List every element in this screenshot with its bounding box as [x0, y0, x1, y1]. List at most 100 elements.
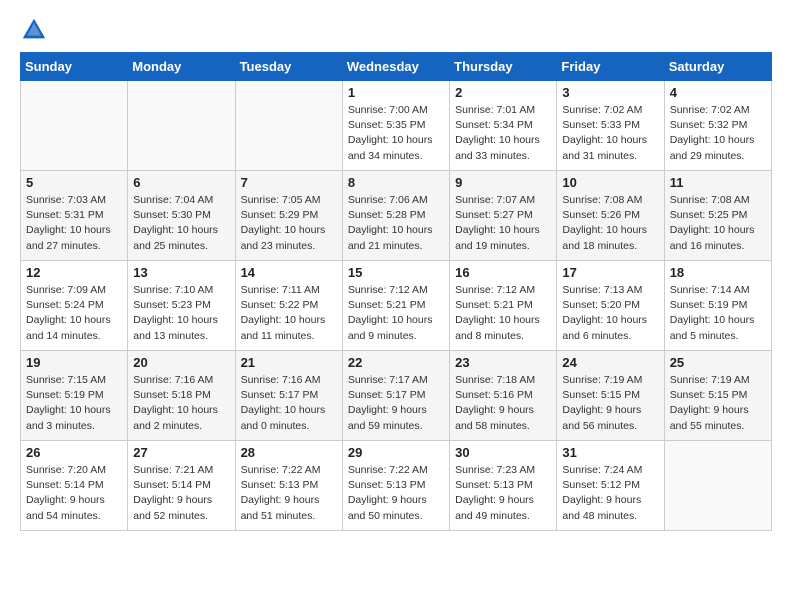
day-number: 17: [562, 265, 658, 280]
day-info: Sunrise: 7:08 AM Sunset: 5:25 PM Dayligh…: [670, 193, 766, 254]
day-info: Sunrise: 7:12 AM Sunset: 5:21 PM Dayligh…: [348, 283, 444, 344]
day-cell: 1 Sunrise: 7:00 AM Sunset: 5:35 PM Daylig…: [342, 81, 449, 171]
day-cell: 28 Sunrise: 7:22 AM Sunset: 5:13 PM Dayli…: [235, 441, 342, 531]
day-info: Sunrise: 7:03 AM Sunset: 5:31 PM Dayligh…: [26, 193, 122, 254]
day-info: Sunrise: 7:13 AM Sunset: 5:20 PM Dayligh…: [562, 283, 658, 344]
day-number: 27: [133, 445, 229, 460]
week-row-1: 1 Sunrise: 7:00 AM Sunset: 5:35 PM Daylig…: [21, 81, 772, 171]
day-number: 30: [455, 445, 551, 460]
day-cell: 22 Sunrise: 7:17 AM Sunset: 5:17 PM Dayli…: [342, 351, 449, 441]
day-number: 15: [348, 265, 444, 280]
day-cell: 3 Sunrise: 7:02 AM Sunset: 5:33 PM Daylig…: [557, 81, 664, 171]
day-number: 31: [562, 445, 658, 460]
week-row-4: 19 Sunrise: 7:15 AM Sunset: 5:19 PM Dayli…: [21, 351, 772, 441]
day-cell: 20 Sunrise: 7:16 AM Sunset: 5:18 PM Dayli…: [128, 351, 235, 441]
day-number: 21: [241, 355, 337, 370]
day-info: Sunrise: 7:12 AM Sunset: 5:21 PM Dayligh…: [455, 283, 551, 344]
day-info: Sunrise: 7:15 AM Sunset: 5:19 PM Dayligh…: [26, 373, 122, 434]
day-number: 19: [26, 355, 122, 370]
day-cell: 13 Sunrise: 7:10 AM Sunset: 5:23 PM Dayli…: [128, 261, 235, 351]
day-cell: 11 Sunrise: 7:08 AM Sunset: 5:25 PM Dayli…: [664, 171, 771, 261]
day-number: 18: [670, 265, 766, 280]
day-number: 1: [348, 85, 444, 100]
day-number: 9: [455, 175, 551, 190]
day-info: Sunrise: 7:10 AM Sunset: 5:23 PM Dayligh…: [133, 283, 229, 344]
day-cell: 17 Sunrise: 7:13 AM Sunset: 5:20 PM Dayli…: [557, 261, 664, 351]
day-cell: 5 Sunrise: 7:03 AM Sunset: 5:31 PM Daylig…: [21, 171, 128, 261]
day-number: 6: [133, 175, 229, 190]
day-info: Sunrise: 7:23 AM Sunset: 5:13 PM Dayligh…: [455, 463, 551, 524]
day-info: Sunrise: 7:02 AM Sunset: 5:32 PM Dayligh…: [670, 103, 766, 164]
day-cell: 7 Sunrise: 7:05 AM Sunset: 5:29 PM Daylig…: [235, 171, 342, 261]
day-number: 13: [133, 265, 229, 280]
day-info: Sunrise: 7:21 AM Sunset: 5:14 PM Dayligh…: [133, 463, 229, 524]
day-cell: [21, 81, 128, 171]
day-info: Sunrise: 7:16 AM Sunset: 5:17 PM Dayligh…: [241, 373, 337, 434]
column-header-saturday: Saturday: [664, 53, 771, 81]
day-cell: 19 Sunrise: 7:15 AM Sunset: 5:19 PM Dayli…: [21, 351, 128, 441]
day-cell: 15 Sunrise: 7:12 AM Sunset: 5:21 PM Dayli…: [342, 261, 449, 351]
day-info: Sunrise: 7:02 AM Sunset: 5:33 PM Dayligh…: [562, 103, 658, 164]
day-number: 25: [670, 355, 766, 370]
column-header-monday: Monday: [128, 53, 235, 81]
day-info: Sunrise: 7:16 AM Sunset: 5:18 PM Dayligh…: [133, 373, 229, 434]
day-info: Sunrise: 7:11 AM Sunset: 5:22 PM Dayligh…: [241, 283, 337, 344]
day-cell: 25Sunrise: 7:19 AM Sunset: 5:15 PM Dayli…: [664, 351, 771, 441]
day-info: Sunrise: 7:19 AM Sunset: 5:15 PM Dayligh…: [562, 373, 658, 434]
day-number: 5: [26, 175, 122, 190]
day-cell: 31 Sunrise: 7:24 AM Sunset: 5:12 PM Dayli…: [557, 441, 664, 531]
day-info: Sunrise: 7:22 AM Sunset: 5:13 PM Dayligh…: [348, 463, 444, 524]
day-cell: 4 Sunrise: 7:02 AM Sunset: 5:32 PM Daylig…: [664, 81, 771, 171]
column-header-sunday: Sunday: [21, 53, 128, 81]
column-header-thursday: Thursday: [450, 53, 557, 81]
column-header-wednesday: Wednesday: [342, 53, 449, 81]
day-info: Sunrise: 7:24 AM Sunset: 5:12 PM Dayligh…: [562, 463, 658, 524]
day-info: Sunrise: 7:06 AM Sunset: 5:28 PM Dayligh…: [348, 193, 444, 254]
calendar-table: SundayMondayTuesdayWednesdayThursdayFrid…: [20, 52, 772, 531]
day-cell: 24 Sunrise: 7:19 AM Sunset: 5:15 PM Dayli…: [557, 351, 664, 441]
day-info: Sunrise: 7:17 AM Sunset: 5:17 PM Dayligh…: [348, 373, 444, 434]
day-number: 14: [241, 265, 337, 280]
column-header-friday: Friday: [557, 53, 664, 81]
day-number: 3: [562, 85, 658, 100]
day-number: 23: [455, 355, 551, 370]
header-row: SundayMondayTuesdayWednesdayThursdayFrid…: [21, 53, 772, 81]
day-cell: 26 Sunrise: 7:20 AM Sunset: 5:14 PM Dayli…: [21, 441, 128, 531]
day-number: 22: [348, 355, 444, 370]
day-cell: 9 Sunrise: 7:07 AM Sunset: 5:27 PM Daylig…: [450, 171, 557, 261]
week-row-2: 5 Sunrise: 7:03 AM Sunset: 5:31 PM Daylig…: [21, 171, 772, 261]
day-number: 16: [455, 265, 551, 280]
day-info: Sunrise: 7:01 AM Sunset: 5:34 PM Dayligh…: [455, 103, 551, 164]
day-cell: 30 Sunrise: 7:23 AM Sunset: 5:13 PM Dayli…: [450, 441, 557, 531]
day-cell: [235, 81, 342, 171]
day-cell: 14 Sunrise: 7:11 AM Sunset: 5:22 PM Dayli…: [235, 261, 342, 351]
day-cell: [128, 81, 235, 171]
day-number: 12: [26, 265, 122, 280]
day-info: Sunrise: 7:07 AM Sunset: 5:27 PM Dayligh…: [455, 193, 551, 254]
day-number: 7: [241, 175, 337, 190]
day-number: 8: [348, 175, 444, 190]
day-info: Sunrise: 7:04 AM Sunset: 5:30 PM Dayligh…: [133, 193, 229, 254]
day-number: 4: [670, 85, 766, 100]
day-info: Sunrise: 7:20 AM Sunset: 5:14 PM Dayligh…: [26, 463, 122, 524]
day-number: 11: [670, 175, 766, 190]
day-info: Sunrise: 7:22 AM Sunset: 5:13 PM Dayligh…: [241, 463, 337, 524]
column-header-tuesday: Tuesday: [235, 53, 342, 81]
day-cell: 12 Sunrise: 7:09 AM Sunset: 5:24 PM Dayli…: [21, 261, 128, 351]
day-number: 29: [348, 445, 444, 460]
day-cell: 2 Sunrise: 7:01 AM Sunset: 5:34 PM Daylig…: [450, 81, 557, 171]
day-number: 20: [133, 355, 229, 370]
day-cell: 23Sunrise: 7:18 AM Sunset: 5:16 PM Dayli…: [450, 351, 557, 441]
day-cell: 8 Sunrise: 7:06 AM Sunset: 5:28 PM Daylig…: [342, 171, 449, 261]
day-number: 28: [241, 445, 337, 460]
day-cell: 10Sunrise: 7:08 AM Sunset: 5:26 PM Dayli…: [557, 171, 664, 261]
day-number: 2: [455, 85, 551, 100]
day-info: Sunrise: 7:05 AM Sunset: 5:29 PM Dayligh…: [241, 193, 337, 254]
day-number: 26: [26, 445, 122, 460]
day-number: 10: [562, 175, 658, 190]
day-info: Sunrise: 7:09 AM Sunset: 5:24 PM Dayligh…: [26, 283, 122, 344]
day-cell: 21 Sunrise: 7:16 AM Sunset: 5:17 PM Dayli…: [235, 351, 342, 441]
day-cell: 6 Sunrise: 7:04 AM Sunset: 5:30 PM Daylig…: [128, 171, 235, 261]
day-info: Sunrise: 7:00 AM Sunset: 5:35 PM Dayligh…: [348, 103, 444, 164]
day-number: 24: [562, 355, 658, 370]
